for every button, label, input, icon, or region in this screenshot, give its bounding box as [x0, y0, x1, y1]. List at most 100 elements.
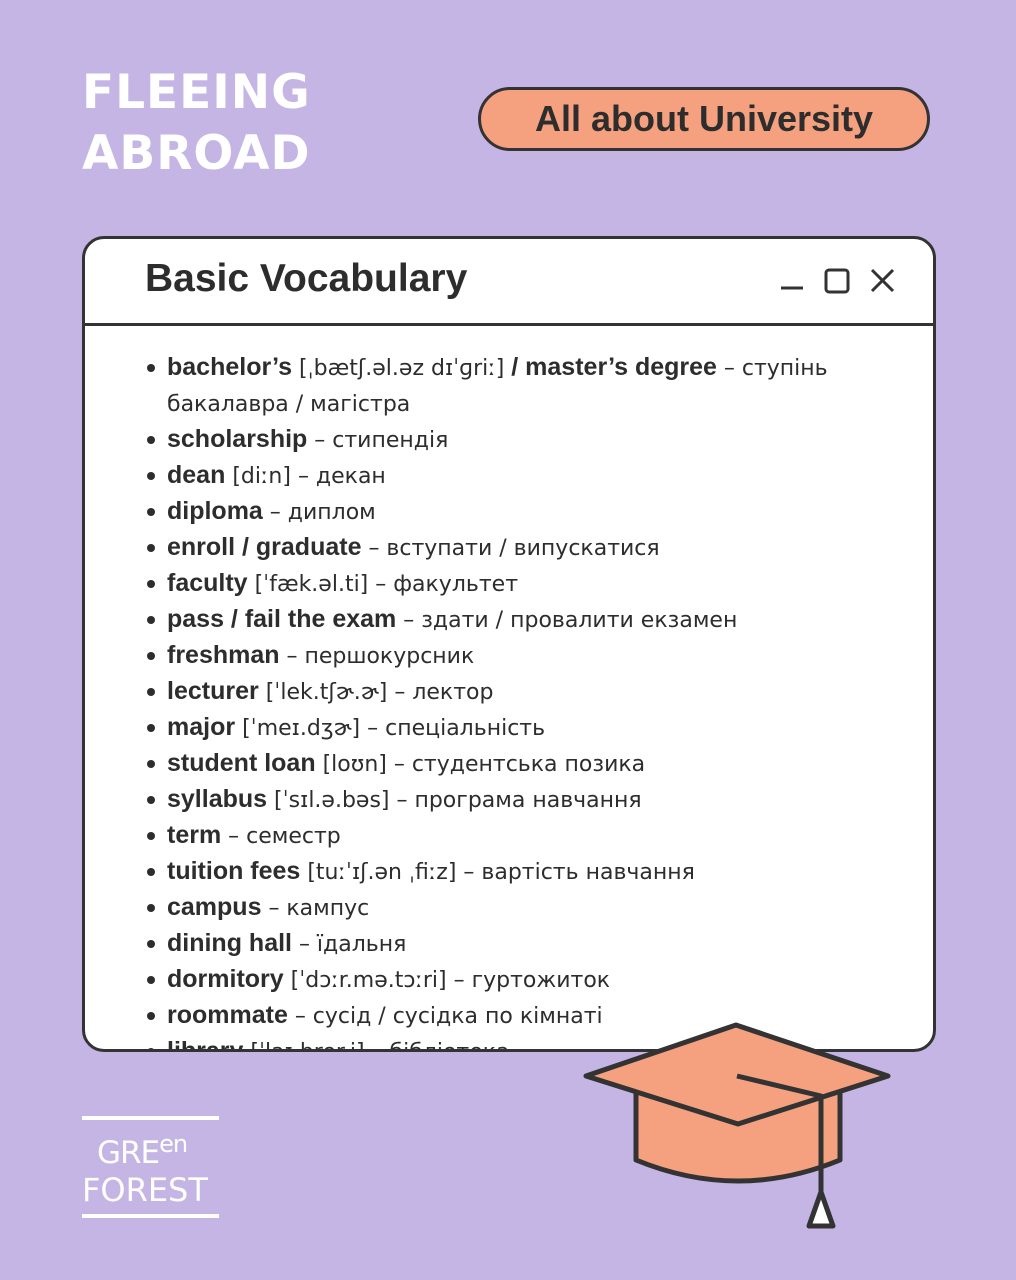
vocab-item: enroll / graduate – вступати / випускати… — [145, 530, 875, 566]
vocabulary-window: Basic Vocabulary bachelor’s [ˌbætʃ.əl.əz… — [82, 236, 936, 1052]
brand-title-line1: FLEEING — [82, 65, 311, 120]
vocab-translation: першокурсник — [304, 644, 475, 669]
vocab-ipa: [loʊn] — [315, 752, 394, 777]
vocab-translation: кампус — [286, 896, 370, 921]
vocab-term: roommate — [167, 1001, 288, 1029]
close-icon[interactable] — [869, 266, 897, 296]
vocab-term: enroll / graduate — [167, 533, 362, 561]
vocab-item: syllabus [ˈsɪl.ə.bəs] – програма навчанн… — [145, 782, 875, 818]
vocab-ipa: [ˌbætʃ.əl.əz dɪˈɡriː] — [292, 356, 512, 381]
vocab-separator: – — [394, 680, 406, 705]
vocab-separator: – — [314, 428, 326, 453]
vocab-translation: гуртожиток — [471, 968, 611, 993]
vocab-ipa: [ˈsɪl.ə.bəs] — [267, 788, 397, 813]
vocab-separator: – — [367, 716, 379, 741]
maximize-icon[interactable] — [823, 266, 851, 296]
vocab-translation: стипендія — [332, 428, 449, 453]
vocab-separator: – — [269, 500, 281, 525]
vocab-separator: – — [463, 860, 475, 885]
vocab-ipa: [ˈlek.tʃɚ.ɚ] — [258, 680, 395, 705]
vocab-item: dormitory [ˈdɔːr.mə.tɔːri] – гуртожиток — [145, 962, 875, 998]
vocab-item: tuition fees [tuːˈɪʃ.ən ˌfiːz] – вартіст… — [145, 854, 875, 890]
vocab-term: freshman — [167, 641, 280, 669]
vocab-translation: їдальня — [316, 932, 407, 957]
vocab-translation: студентська позика — [411, 752, 646, 777]
logo-line2: FOREST — [82, 1171, 208, 1209]
vocab-ipa: [ˈdɔːr.mə.tɔːri] — [283, 968, 454, 993]
vocab-separator: – — [228, 824, 240, 849]
vocab-term: syllabus — [167, 785, 268, 813]
vocab-term: lecturer — [167, 677, 259, 705]
vocab-ipa: [tuːˈɪʃ.ən ˌfiːz] — [300, 860, 464, 885]
vocab-item: dean [diːn] – декан — [145, 458, 875, 494]
vocab-ipa: [ˈlaɪ.brer.i] — [243, 1040, 371, 1049]
vocab-term: term — [167, 821, 222, 849]
vocab-ipa: [diːn] — [225, 464, 298, 489]
vocab-translation: лектор — [412, 680, 494, 705]
vocab-item: bachelor’s [ˌbætʃ.əl.əz dɪˈɡriː] / maste… — [145, 350, 875, 422]
vocab-term: dormitory — [167, 965, 284, 993]
vocab-item: dining hall – їдальня — [145, 926, 875, 962]
vocab-term: dining hall — [167, 929, 292, 957]
vocab-separator: – — [268, 896, 280, 921]
vocab-translation: вартість навчання — [481, 860, 695, 885]
vocab-translation: спеціальність — [385, 716, 546, 741]
vocab-translation: сусід / сусідка по кімнаті — [312, 1004, 603, 1029]
vocab-ipa: [ˈfæk.əl.ti] — [247, 572, 376, 597]
vocab-separator: – — [403, 608, 415, 633]
vocab-translation: вступати / випускатися — [386, 536, 660, 561]
vocab-separator: – — [294, 1004, 306, 1029]
vocab-term: student loan — [167, 749, 316, 777]
brand-title-line2: ABROAD — [82, 126, 311, 181]
vocab-term: tuition fees — [167, 857, 301, 885]
minimize-icon[interactable] — [779, 266, 805, 296]
vocab-item: freshman – першокурсник — [145, 638, 875, 674]
vocab-term: faculty — [167, 569, 248, 597]
vocab-ipa: [ˈmeɪ.dʒɚ] — [235, 716, 368, 741]
logo-rule-top — [82, 1116, 219, 1120]
window-titlebar: Basic Vocabulary — [85, 239, 933, 326]
vocab-item: diploma – диплом — [145, 494, 875, 530]
vocab-item: student loan [loʊn] – студентська позика — [145, 746, 875, 782]
vocab-separator: – — [375, 572, 387, 597]
vocab-term: campus — [167, 893, 262, 921]
vocab-term: diploma — [167, 497, 263, 525]
vocabulary-list: bachelor’s [ˌbætʃ.əl.əz dɪˈɡriː] / maste… — [145, 350, 875, 1052]
graduation-cap-icon — [583, 1022, 891, 1229]
vocab-separator: – — [453, 968, 465, 993]
logo-rule-bottom — [82, 1214, 219, 1218]
vocab-item: campus – кампус — [145, 890, 875, 926]
vocab-translation: диплом — [287, 500, 376, 525]
vocab-term: scholarship — [167, 425, 308, 453]
vocab-separator: – — [396, 788, 408, 813]
vocab-item: scholarship – стипендія — [145, 422, 875, 458]
brand-title: FLEEING ABROAD — [82, 62, 311, 184]
vocab-term: dean — [167, 461, 226, 489]
vocab-separator: – — [286, 644, 298, 669]
vocab-separator: – — [368, 536, 380, 561]
vocab-term: major — [167, 713, 236, 741]
vocab-term: pass / fail the exam — [167, 605, 397, 633]
vocab-item: major [ˈmeɪ.dʒɚ] – спеціальність — [145, 710, 875, 746]
vocab-translation: декан — [315, 464, 386, 489]
vocab-separator: – — [372, 1040, 383, 1049]
logo-line1: GREen — [97, 1130, 188, 1171]
vocab-term-second: / master’s degree — [511, 353, 717, 381]
vocab-translation: факультет — [393, 572, 519, 597]
vocab-item: term – семестр — [145, 818, 875, 854]
green-forest-logo: GREen FOREST — [82, 1116, 219, 1220]
vocab-translation: програма навчання — [414, 788, 642, 813]
topic-badge: All about University — [478, 87, 930, 151]
window-title: Basic Vocabulary — [145, 257, 468, 300]
vocab-separator: – — [297, 464, 309, 489]
vocab-separator: – — [723, 356, 735, 381]
vocab-separator: – — [298, 932, 310, 957]
vocab-translation: семестр — [246, 824, 341, 849]
vocab-translation: бібліотека — [390, 1040, 510, 1049]
vocab-separator: – — [393, 752, 405, 777]
vocab-term: bachelor’s — [167, 353, 293, 381]
vocab-item: pass / fail the exam – здати / провалити… — [145, 602, 875, 638]
vocab-translation: здати / провалити екзамен — [421, 608, 738, 633]
vocab-item: lecturer [ˈlek.tʃɚ.ɚ] – лектор — [145, 674, 875, 710]
vocab-term: library — [167, 1037, 244, 1052]
